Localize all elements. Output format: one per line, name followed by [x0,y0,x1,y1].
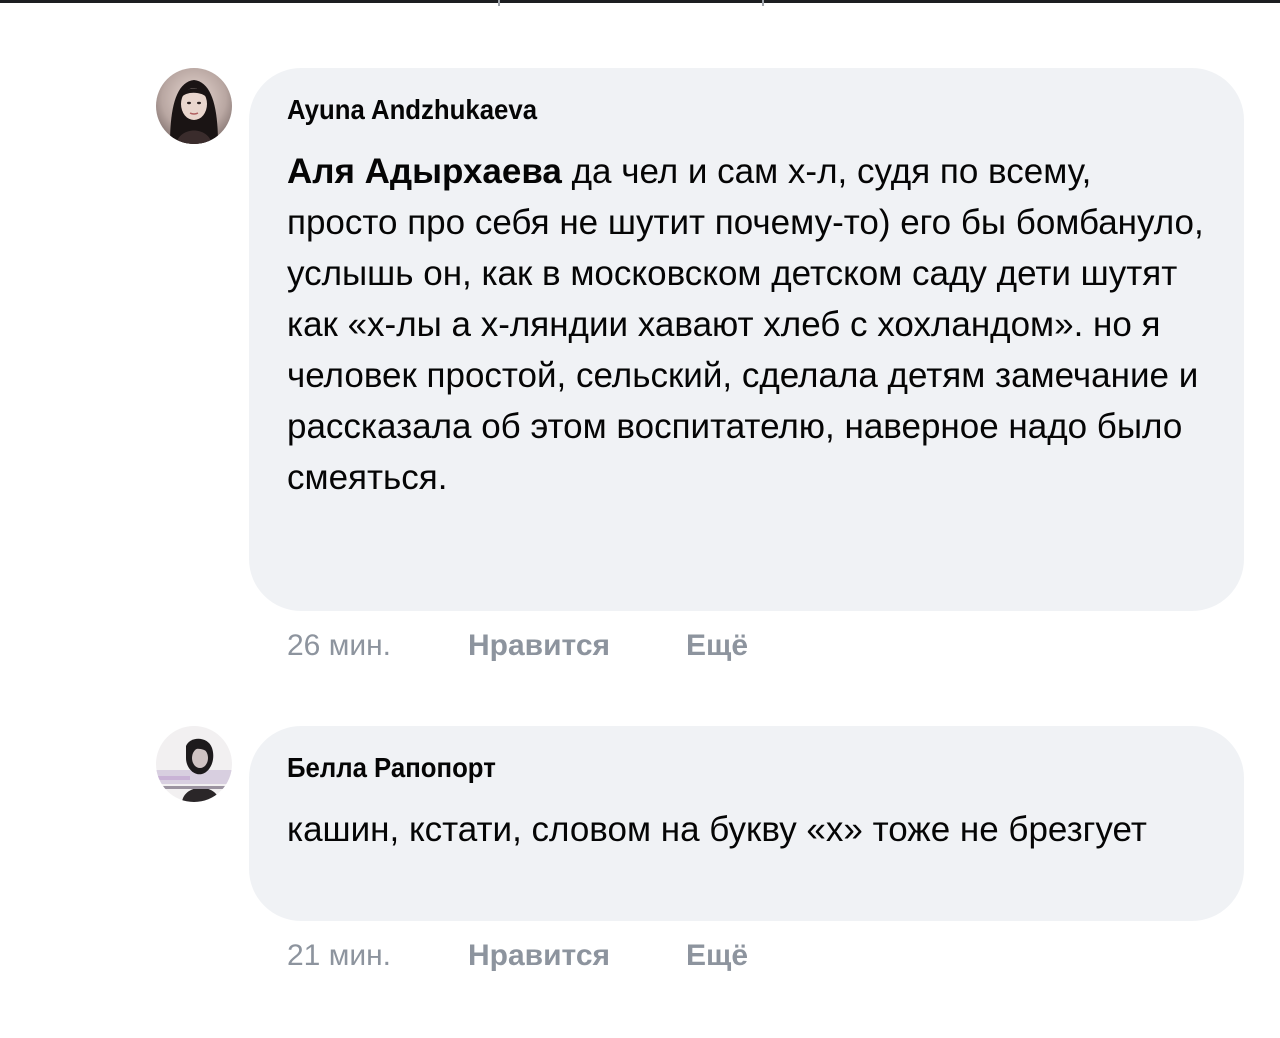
comment-text: кашин, кстати, словом на букву «х» тоже … [287,804,1204,855]
comments-page: Ayuna Andzhukaeva Аля Адырхаева да чел и… [0,0,1280,1038]
like-button[interactable]: Нравится [468,628,610,664]
avatar-photo-icon [156,726,232,802]
comment-text: Аля Адырхаева да чел и сам х-л, судя по … [287,146,1204,503]
comment-bubble: Ayuna Andzhukaeva Аля Адырхаева да чел и… [249,68,1244,611]
divider-tick [762,0,764,6]
avatar[interactable] [156,68,232,144]
more-button[interactable]: Ещё [686,628,748,664]
mention-link[interactable]: Аля Адырхаева [287,152,562,191]
top-divider [0,0,1280,6]
like-button[interactable]: Нравится [468,938,610,974]
comment-bubble: Белла Рапопорт кашин, кстати, словом на … [249,726,1244,921]
avatar[interactable] [156,726,232,802]
comment-author[interactable]: Белла Рапопорт [287,748,1131,788]
comment-body: да чел и сам х-л, судя по всему, просто … [287,152,1204,497]
divider-tick [498,0,500,6]
comment-timestamp: 21 мин. [287,939,391,972]
comment-author[interactable]: Ayuna Andzhukaeva [287,90,1131,130]
comment-timestamp: 26 мин. [287,629,391,662]
avatar-photo-icon [156,68,232,144]
more-button[interactable]: Ещё [686,938,748,974]
comment-body: кашин, кстати, словом на букву «х» тоже … [287,810,1147,849]
